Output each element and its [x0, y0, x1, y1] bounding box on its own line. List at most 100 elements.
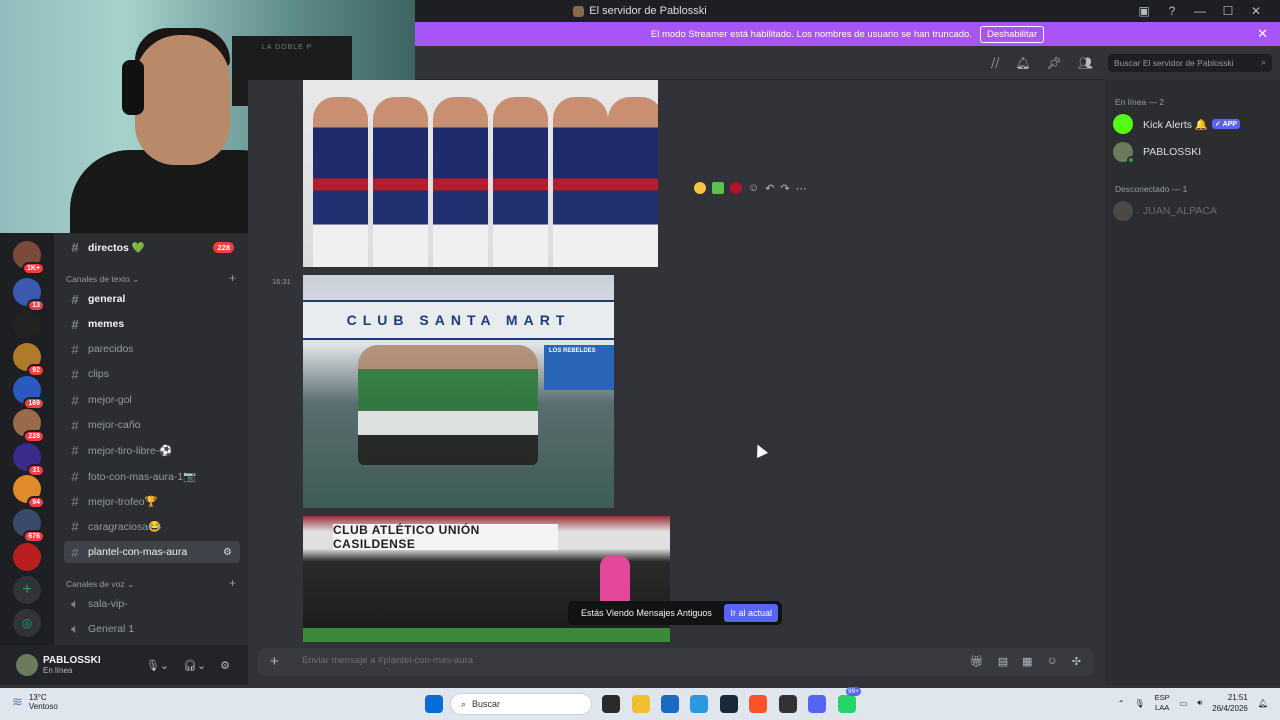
task-view-icon[interactable] [602, 695, 620, 713]
voice-category[interactable]: Canales de voz ⌄ [66, 579, 134, 590]
file-explorer-icon[interactable] [632, 695, 650, 713]
jump-to-present-button[interactable]: Ir al actual [724, 604, 778, 622]
channel-general[interactable]: # general [64, 288, 240, 310]
avatar[interactable] [16, 654, 38, 676]
disable-streamer-button[interactable]: Deshabilitar [979, 25, 1045, 43]
help-icon[interactable]: ? [1158, 4, 1186, 18]
emoji-icon[interactable]: ☺ [1047, 655, 1058, 668]
channel-settings-icon[interactable]: ⚙ [223, 547, 232, 558]
server-avatar-1[interactable]: 1K+ [13, 241, 45, 275]
channel-directos[interactable]: # directos 💚 228 [64, 236, 240, 258]
channel-memes[interactable]: # memes [64, 313, 240, 335]
avatar [1113, 114, 1133, 134]
taskbar-search[interactable]: ⌕ Buscar [450, 693, 592, 715]
message-input[interactable] [302, 655, 902, 666]
store-icon[interactable] [661, 695, 679, 713]
channel-clips[interactable]: # clips [64, 363, 240, 385]
member-pablosski[interactable]: PABLOSSKI [1113, 141, 1273, 164]
image-banner-text: CLUB SANTA MART [303, 300, 614, 340]
network-icon[interactable]: ▭ [1180, 699, 1188, 708]
server-avatar-10[interactable] [13, 543, 41, 571]
search-input[interactable]: Buscar El servidor de Pablosski ⌕ [1108, 54, 1272, 72]
server-avatar-6[interactable]: 228 [13, 409, 45, 443]
windows-start-icon[interactable] [425, 695, 443, 713]
window-title: El servidor de Pablosski [589, 5, 707, 17]
channel-mejor-tiro-libre[interactable]: # mejor-tiro-libre-⚽ [64, 439, 240, 461]
channel-mejor-gol[interactable]: # mejor-gol [64, 389, 240, 411]
server-avatar-2[interactable]: 13 [13, 278, 45, 312]
language-indicator[interactable]: ESP LAA [1155, 693, 1170, 713]
clock[interactable]: 21:51 26/4/2026 [1212, 692, 1248, 714]
attachment-image-club-santa-marta[interactable]: CLUB SANTA MART LOS REBELDES [303, 275, 614, 508]
members-icon[interactable]: 👥︎ [1078, 56, 1093, 71]
server-icon [573, 5, 585, 17]
maximize-icon[interactable]: ☐ [1214, 4, 1242, 18]
obs-icon[interactable] [779, 695, 797, 713]
pin-icon[interactable]: 📌︎ [1047, 56, 1062, 71]
add-text-channel-icon[interactable]: + [229, 271, 236, 285]
windows-taskbar: ≋ 13°C Ventoso ⌕ Buscar 99+ ⌃ 🎙︎ ESP LAA… [0, 687, 1280, 720]
text-category[interactable]: Canales de texto ⌄ [66, 274, 139, 285]
server-rail: 1K+ 13 92 169 228 31 94 676 + ◎ [0, 233, 54, 685]
notification-icon[interactable]: 🔔︎ [1258, 699, 1268, 708]
add-reaction-icon[interactable]: ☺ [748, 182, 759, 194]
microphone-icon[interactable]: 🎙︎⌄ [146, 659, 169, 672]
add-server-icon[interactable]: + [13, 576, 41, 604]
threads-icon[interactable]: ⧸⧸ [991, 56, 999, 71]
discord-icon[interactable] [808, 695, 826, 713]
server-avatar-4[interactable]: 92 [13, 343, 45, 377]
online-status-icon [1127, 156, 1135, 164]
settings-gear-icon[interactable]: ⚙ [220, 659, 230, 672]
server-avatar-7[interactable]: 31 [13, 443, 45, 477]
reaction-emoji-heart-icon[interactable] [730, 182, 742, 194]
attachment-image-team-red-blue[interactable] [303, 80, 658, 267]
channel-mejor-cano[interactable]: # mejor-caño [64, 414, 240, 436]
reaction-emoji-laugh-icon[interactable] [694, 182, 706, 194]
discover-icon[interactable]: ◎ [13, 609, 41, 637]
mention-badge: 228 [213, 241, 234, 253]
add-voice-channel-icon[interactable]: + [229, 576, 236, 590]
server-avatar-5[interactable]: 169 [13, 376, 45, 410]
edge-icon[interactable] [690, 695, 708, 713]
sticker-icon[interactable]: ▦ [1022, 655, 1032, 668]
streamer-mode-text: El modo Streamer está habilitado. Los no… [650, 28, 972, 40]
more-options-icon[interactable]: ⋯ [796, 182, 807, 195]
server-avatar-3[interactable] [13, 311, 41, 339]
gif-icon[interactable]: ▤ [998, 655, 1008, 668]
whatsapp-icon[interactable]: 99+ [838, 687, 862, 713]
apps-icon[interactable]: ✣ [1072, 655, 1081, 668]
chevron-up-icon[interactable]: ⌃ [1118, 699, 1125, 708]
member-kick-alerts[interactable]: Kick Alerts 🔔 ✓ APP [1113, 113, 1273, 135]
channel-caragraciosa[interactable]: # caragraciosa😂 [64, 515, 240, 537]
viewing-old-messages-bar: Estás Viendo Mensajes Antiguos Ir al act… [568, 601, 782, 625]
add-attachment-icon[interactable]: + [270, 653, 279, 670]
server-avatar-9[interactable]: 676 [13, 509, 45, 543]
close-banner-icon[interactable]: ✕ [1257, 26, 1268, 42]
channel-foto-con-mas-aura[interactable]: # foto-con-mas-aura-1📷 [64, 465, 240, 487]
voice-channel-sala-vip[interactable]: 🔈︎ sala-vip- [64, 593, 240, 615]
weather-widget[interactable]: ≋ 13°C Ventoso [12, 693, 58, 711]
bell-icon[interactable]: 🔔︎ [1015, 56, 1030, 71]
microphone-icon[interactable]: 🎙︎ [1134, 699, 1144, 708]
speaker-icon: 🔈︎ [71, 621, 79, 636]
screen-share-icon[interactable]: ▣ [1130, 4, 1158, 18]
close-icon[interactable]: ✕ [1242, 4, 1270, 18]
member-juan-alpaca[interactable]: JUAN_ALPACA [1113, 200, 1273, 222]
user-panel: PABLOSSKI En línea 🎙︎⌄ 🎧︎⌄ ⚙ [0, 645, 248, 685]
headphones-icon[interactable]: 🎧︎⌄ [183, 659, 206, 672]
forward-icon[interactable]: ↷ [780, 182, 789, 195]
old-messages-text: Estás Viendo Mensajes Antiguos [581, 608, 712, 618]
channel-plantel-con-mas-aura[interactable]: # plantel-con-mas-aura ⚙ [64, 541, 240, 563]
volume-icon[interactable]: 🔊︎ [1197, 698, 1202, 708]
brave-icon[interactable] [749, 695, 767, 713]
server-avatar-8[interactable]: 94 [13, 475, 45, 509]
gift-icon[interactable]: 🎁︎ [970, 655, 984, 668]
reaction-emoji-check-icon[interactable] [712, 182, 724, 194]
channel-mejor-trofeo[interactable]: # mejor-trofeo🏆 [64, 490, 240, 512]
channel-parecidos[interactable]: # parecidos [64, 338, 240, 360]
search-icon: ⌕ [461, 698, 467, 709]
steam-icon[interactable] [720, 695, 738, 713]
voice-channel-general-1[interactable]: 🔈︎ General 1 [64, 618, 240, 640]
minimize-icon[interactable]: — [1186, 4, 1214, 18]
reply-icon[interactable]: ↶ [765, 182, 774, 195]
